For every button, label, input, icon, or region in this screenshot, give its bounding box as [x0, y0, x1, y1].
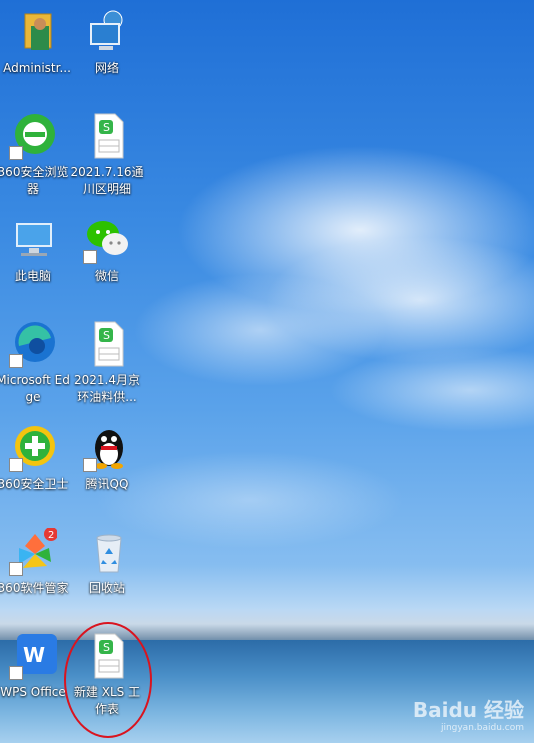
- wps-office-icon: W: [9, 632, 57, 680]
- shortcut-arrow-icon: [9, 354, 23, 368]
- 360-software-manager-icon: 2: [9, 527, 58, 576]
- icon-label: Microsoft Edge: [0, 373, 70, 404]
- edge-icon: [9, 320, 57, 368]
- icon-label: 360软件管家: [0, 581, 69, 595]
- 360-browser-icon: [9, 112, 57, 160]
- notification-badge: 2: [48, 530, 54, 541]
- desktop-icon-360-software-manager[interactable]: 2 360软件管家: [0, 527, 70, 597]
- shortcut-arrow-icon: [9, 666, 23, 680]
- user-folder-icon: [13, 8, 61, 56]
- shortcut-arrow-icon: [9, 562, 23, 576]
- icon-label: 360安全卫士: [0, 477, 69, 491]
- icon-label: 此电脑: [14, 269, 51, 283]
- icon-label: WPS Office: [0, 685, 66, 699]
- desktop-icon-xls-file-2[interactable]: S 2021.4月京环油料供...: [70, 320, 144, 406]
- wechat-icon: [83, 216, 131, 264]
- desktop-icon-360-browser[interactable]: 360安全浏览器: [0, 112, 70, 198]
- watermark: Baidu 经验 jingyan.baidu.com: [413, 694, 524, 733]
- desktop-icon-recycle-bin[interactable]: 回收站: [70, 528, 144, 597]
- desktop-icon-this-pc[interactable]: 此电脑: [0, 216, 70, 285]
- recycle-bin-icon: [83, 528, 131, 576]
- watermark-url: jingyan.baidu.com: [440, 723, 524, 733]
- network-icon: [83, 8, 131, 56]
- shortcut-arrow-icon: [83, 250, 97, 264]
- icon-label: 腾讯QQ: [85, 477, 129, 491]
- desktop-icon-network[interactable]: 网络: [70, 8, 144, 77]
- icon-label: 微信: [94, 269, 119, 283]
- wps-spreadsheet-icon: S: [83, 320, 131, 368]
- shortcut-arrow-icon: [9, 458, 23, 472]
- qq-penguin-icon: [83, 424, 131, 472]
- annotation-circle: [64, 622, 152, 738]
- desktop-icon-edge[interactable]: Microsoft Edge: [0, 320, 70, 406]
- icon-label: Administr...: [3, 61, 71, 75]
- watermark-text: Baidu 经验: [412, 698, 524, 722]
- desktop-icon-administrator[interactable]: Administr...: [0, 8, 74, 77]
- icon-label: 2021.4月京环油料供...: [74, 373, 140, 404]
- desktop-icon-xls-file[interactable]: S 2021.7.16通川区明细: [70, 112, 144, 198]
- desktop-icon-qq[interactable]: 腾讯QQ: [70, 424, 144, 493]
- icon-label: 网络: [94, 61, 119, 75]
- 360-security-icon: [9, 424, 57, 472]
- svg-text:S: S: [103, 329, 110, 342]
- icon-label: 360安全浏览器: [0, 165, 69, 196]
- desktop-icon-wechat[interactable]: 微信: [70, 216, 144, 285]
- computer-icon: [9, 216, 57, 264]
- icon-label: 回收站: [88, 581, 125, 595]
- desktop-icon-360-security[interactable]: 360安全卫士: [0, 424, 70, 493]
- desktop-icon-wps-office[interactable]: W WPS Office: [0, 632, 70, 701]
- shortcut-arrow-icon: [83, 458, 97, 472]
- shortcut-arrow-icon: [9, 146, 23, 160]
- icon-label: 2021.7.16通川区明细: [70, 165, 144, 196]
- svg-text:S: S: [103, 121, 110, 134]
- svg-text:W: W: [23, 643, 45, 667]
- wps-spreadsheet-icon: S: [83, 112, 131, 160]
